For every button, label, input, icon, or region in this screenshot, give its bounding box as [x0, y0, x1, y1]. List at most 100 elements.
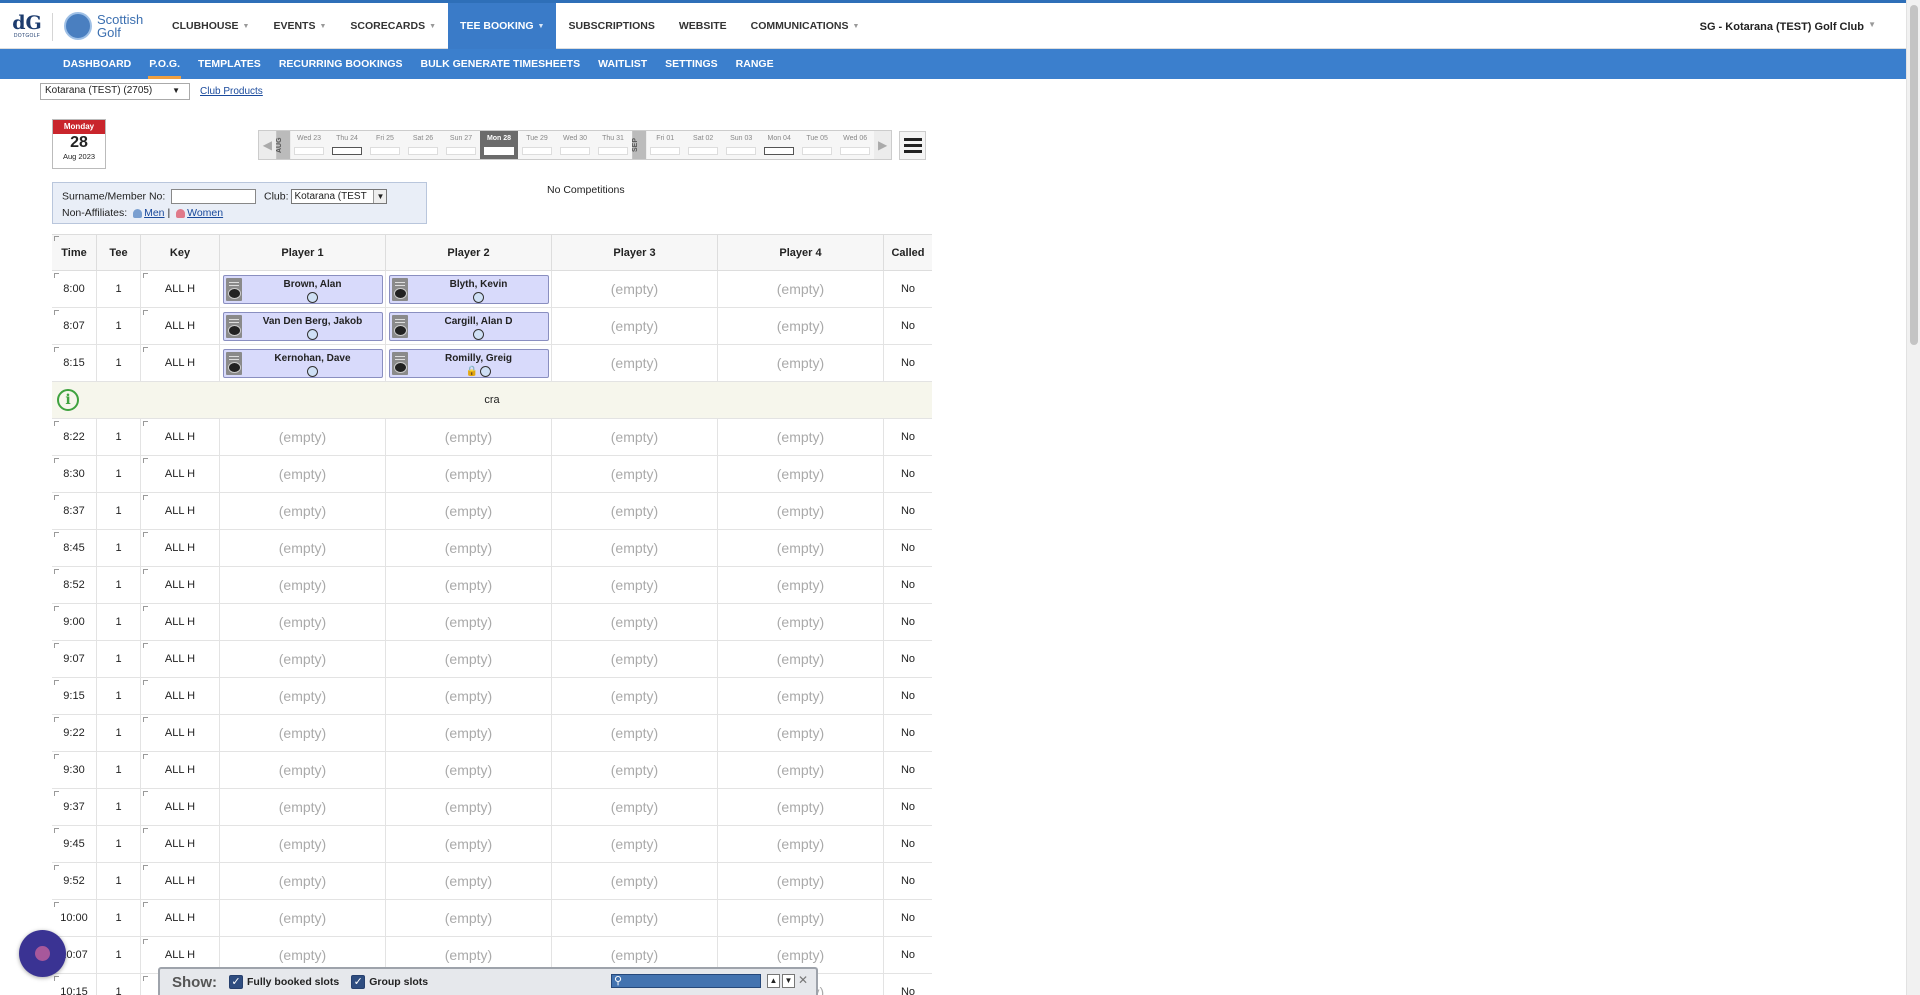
topnav-item-events[interactable]: EVENTS ▼: [261, 3, 338, 49]
group-slots-checkbox[interactable]: ✓: [351, 975, 366, 989]
player-slot-2[interactable]: (empty): [386, 826, 552, 862]
booking-key-cell[interactable]: ALL H: [141, 715, 220, 751]
player-slot-2[interactable]: Cargill, Alan D: [386, 308, 552, 344]
subnav-item-templates[interactable]: TEMPLATES: [189, 49, 270, 79]
player-slot-1[interactable]: (empty): [220, 678, 386, 714]
player-slot-1[interactable]: (empty): [220, 641, 386, 677]
player-slot-2[interactable]: Blyth, Kevin: [386, 271, 552, 307]
tee-time-cell[interactable]: 8:37: [52, 493, 97, 529]
column-header-player-4[interactable]: Player 4: [718, 235, 884, 270]
column-header-player-1[interactable]: Player 1: [220, 235, 386, 270]
topnav-item-subscriptions[interactable]: SUBSCRIPTIONS: [556, 3, 666, 49]
player-slot-2[interactable]: (empty): [386, 530, 552, 566]
topnav-item-clubhouse[interactable]: CLUBHOUSE ▼: [160, 3, 261, 49]
club-filter-select[interactable]: Kotarana (TEST ▼: [291, 189, 388, 204]
player-slot-2[interactable]: (empty): [386, 789, 552, 825]
booking-key-cell[interactable]: ALL H: [141, 345, 220, 381]
player-slot-2[interactable]: (empty): [386, 863, 552, 899]
topnav-item-website[interactable]: WEBSITE: [667, 3, 739, 49]
date-strip-day[interactable]: Mon 04: [760, 131, 798, 159]
chevron-up-icon[interactable]: ▲: [767, 974, 780, 988]
date-prev-arrow-icon[interactable]: ◀: [259, 131, 276, 159]
player-slot-2[interactable]: (empty): [386, 752, 552, 788]
booking-key-cell[interactable]: ALL H: [141, 530, 220, 566]
date-strip-day[interactable]: Tue 05: [798, 131, 836, 159]
tee-time-cell[interactable]: 9:22: [52, 715, 97, 751]
player-slot-3[interactable]: (empty): [552, 419, 718, 455]
tee-time-cell[interactable]: 9:30: [52, 752, 97, 788]
subnav-item-recurring-bookings[interactable]: RECURRING BOOKINGS: [270, 49, 412, 79]
page-scrollbar[interactable]: [1906, 0, 1920, 995]
player-card[interactable]: Blyth, Kevin: [388, 274, 549, 304]
player-slot-4[interactable]: (empty): [718, 493, 884, 529]
tee-time-cell[interactable]: 9:52: [52, 863, 97, 899]
player-slot-2[interactable]: (empty): [386, 419, 552, 455]
player-slot-4[interactable]: (empty): [718, 604, 884, 640]
tee-time-cell[interactable]: 9:37: [52, 789, 97, 825]
booking-key-cell[interactable]: ALL H: [141, 456, 220, 492]
player-slot-4[interactable]: (empty): [718, 900, 884, 936]
tee-time-cell[interactable]: 10:15: [52, 974, 97, 995]
tee-time-cell[interactable]: 8:00: [52, 271, 97, 307]
column-header-tee[interactable]: Tee: [97, 235, 141, 270]
fully-booked-label[interactable]: Fully booked slots: [247, 976, 339, 988]
player-slot-3[interactable]: (empty): [552, 493, 718, 529]
tee-time-cell[interactable]: 9:07: [52, 641, 97, 677]
tee-time-cell[interactable]: 8:15: [52, 345, 97, 381]
topnav-item-tee-booking[interactable]: TEE BOOKING ▼: [448, 3, 557, 49]
column-header-player-3[interactable]: Player 3: [552, 235, 718, 270]
player-slot-3[interactable]: (empty): [552, 345, 718, 381]
tee-time-cell[interactable]: 9:00: [52, 604, 97, 640]
player-slot-1[interactable]: (empty): [220, 900, 386, 936]
player-slot-2[interactable]: (empty): [386, 715, 552, 751]
date-next-arrow-icon[interactable]: ▶: [874, 131, 891, 159]
booking-key-cell[interactable]: ALL H: [141, 308, 220, 344]
date-strip-day[interactable]: Wed 23: [290, 131, 328, 159]
close-icon[interactable]: ✕: [798, 973, 808, 987]
tee-time-cell[interactable]: 8:30: [52, 456, 97, 492]
player-slot-3[interactable]: (empty): [552, 863, 718, 899]
booking-key-cell[interactable]: ALL H: [141, 863, 220, 899]
date-strip-day[interactable]: Thu 24: [328, 131, 366, 159]
column-header-key[interactable]: Key: [141, 235, 220, 270]
tee-time-cell[interactable]: 8:22: [52, 419, 97, 455]
date-strip-day[interactable]: Sun 27: [442, 131, 480, 159]
club-select[interactable]: Kotarana (TEST) (2705) ▼: [40, 83, 190, 100]
subnav-item-range[interactable]: RANGE: [727, 49, 783, 79]
tee-time-cell[interactable]: 8:52: [52, 567, 97, 603]
player-slot-4[interactable]: (empty): [718, 863, 884, 899]
tee-time-cell[interactable]: 9:15: [52, 678, 97, 714]
dotgolf-logo[interactable]: dG DOTGOLF: [12, 13, 42, 43]
player-slot-1[interactable]: (empty): [220, 493, 386, 529]
current-date-box[interactable]: Monday 28 Aug 2023: [52, 119, 106, 169]
player-slot-3[interactable]: (empty): [552, 530, 718, 566]
booking-key-cell[interactable]: ALL H: [141, 826, 220, 862]
tee-time-cell[interactable]: 8:07: [52, 308, 97, 344]
player-slot-4[interactable]: (empty): [718, 641, 884, 677]
column-header-called[interactable]: Called: [884, 235, 932, 270]
booking-key-cell[interactable]: ALL H: [141, 900, 220, 936]
subnav-item-waitlist[interactable]: WAITLIST: [589, 49, 656, 79]
subnav-item-bulk-generate-timesheets[interactable]: BULK GENERATE TIMESHEETS: [412, 49, 590, 79]
tee-time-cell[interactable]: 8:45: [52, 530, 97, 566]
player-slot-1[interactable]: (empty): [220, 752, 386, 788]
fully-booked-checkbox[interactable]: ✓: [229, 975, 243, 989]
tee-time-cell[interactable]: 9:45: [52, 826, 97, 862]
player-slot-2[interactable]: (empty): [386, 604, 552, 640]
player-slot-1[interactable]: (empty): [220, 456, 386, 492]
topnav-item-communications[interactable]: COMMUNICATIONS ▼: [739, 3, 872, 49]
sheet-search-input[interactable]: ⚲: [611, 974, 761, 988]
player-slot-4[interactable]: (empty): [718, 826, 884, 862]
date-strip-day[interactable]: Tue 29: [518, 131, 556, 159]
booking-key-cell[interactable]: ALL H: [141, 678, 220, 714]
player-slot-1[interactable]: (empty): [220, 826, 386, 862]
player-slot-1[interactable]: (empty): [220, 863, 386, 899]
non-affiliate-women-link[interactable]: Women: [187, 207, 223, 219]
player-slot-1[interactable]: Kernohan, Dave: [220, 345, 386, 381]
player-slot-3[interactable]: (empty): [552, 715, 718, 751]
subnav-item-dashboard[interactable]: DASHBOARD: [54, 49, 140, 79]
player-slot-1[interactable]: Van Den Berg, Jakob: [220, 308, 386, 344]
club-name[interactable]: SG - Kotarana (TEST) Golf Club: [1700, 21, 1864, 33]
player-slot-4[interactable]: (empty): [718, 715, 884, 751]
player-slot-1[interactable]: (empty): [220, 715, 386, 751]
